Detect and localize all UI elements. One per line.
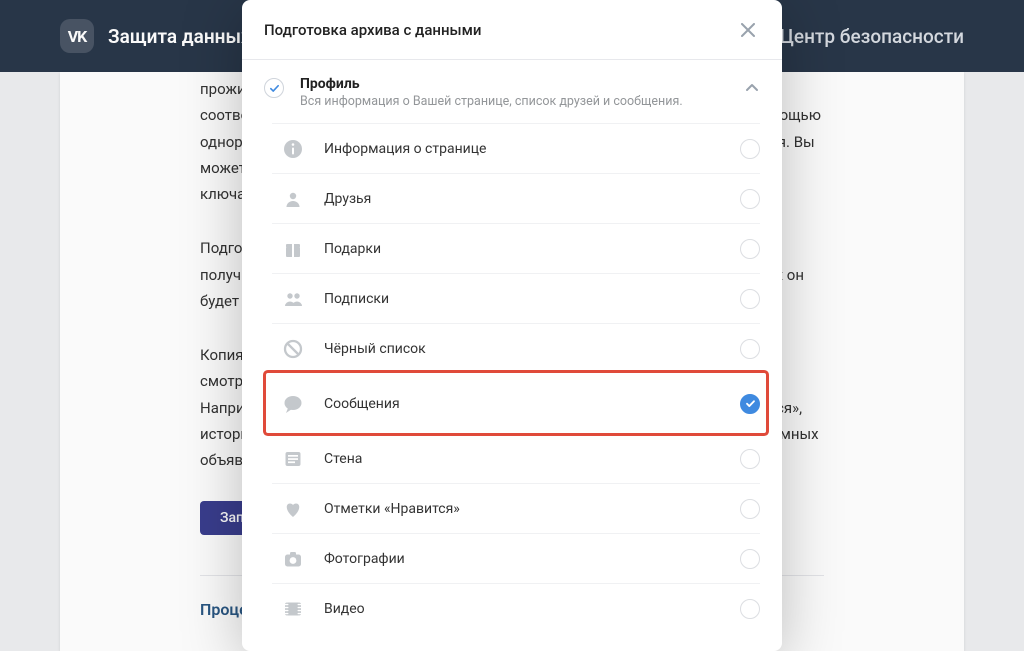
option-radio[interactable] <box>740 239 760 259</box>
gifts-icon <box>282 238 304 260</box>
option-blacklist[interactable]: Чёрный список <box>272 323 760 373</box>
option-friends[interactable]: Друзья <box>272 173 760 223</box>
option-subs[interactable]: Подписки <box>272 273 760 323</box>
option-gifts[interactable]: Подарки <box>272 223 760 273</box>
option-radio[interactable] <box>740 189 760 209</box>
section-title: Профиль <box>300 76 734 92</box>
photos-icon <box>282 548 304 570</box>
page-info-icon <box>282 138 304 160</box>
archive-modal: Подготовка архива с данными Профиль Вся … <box>242 0 782 651</box>
friends-icon <box>282 188 304 210</box>
option-label: Стена <box>324 451 740 467</box>
videos-icon <box>282 598 304 620</box>
option-radio[interactable] <box>740 549 760 569</box>
modal-body: Профиль Вся информация о Вашей странице,… <box>242 60 782 651</box>
option-label: Видео <box>324 601 740 617</box>
option-label: Информация о странице <box>324 141 740 157</box>
option-radio[interactable] <box>740 449 760 469</box>
likes-icon <box>282 498 304 520</box>
option-label: Друзья <box>324 191 740 207</box>
messages-icon <box>282 393 304 415</box>
wall-icon <box>282 448 304 470</box>
option-messages[interactable]: Сообщения <box>266 373 766 433</box>
chevron-up-icon[interactable] <box>744 80 760 96</box>
blacklist-icon <box>282 338 304 360</box>
modal-title: Подготовка архива с данными <box>264 21 481 39</box>
modal-header: Подготовка архива с данными <box>242 0 782 60</box>
option-label: Подписки <box>324 291 740 307</box>
option-label: Чёрный список <box>324 341 740 357</box>
subs-icon <box>282 288 304 310</box>
section-profile-header[interactable]: Профиль Вся информация о Вашей странице,… <box>242 60 782 123</box>
check-circle-icon <box>264 78 284 98</box>
option-radio[interactable] <box>740 599 760 619</box>
option-wall[interactable]: Стена <box>272 433 760 483</box>
option-likes[interactable]: Отметки «Нравится» <box>272 483 760 533</box>
options-list: Информация о странице Друзья Подарки Подпис… <box>242 123 782 633</box>
option-label: Сообщения <box>324 396 740 412</box>
option-label: Отметки «Нравится» <box>324 501 740 517</box>
section-subtitle: Вся информация о Вашей странице, список … <box>300 94 734 109</box>
option-label: Подарки <box>324 241 740 257</box>
option-photos[interactable]: Фотографии <box>272 533 760 583</box>
option-radio[interactable] <box>740 139 760 159</box>
option-radio[interactable] <box>740 499 760 519</box>
option-radio[interactable] <box>740 339 760 359</box>
close-icon[interactable] <box>736 18 760 42</box>
option-radio[interactable] <box>740 289 760 309</box>
option-videos[interactable]: Видео <box>272 583 760 633</box>
option-page-info[interactable]: Информация о странице <box>272 123 760 173</box>
option-label: Фотографии <box>324 551 740 567</box>
option-radio[interactable] <box>740 394 760 414</box>
